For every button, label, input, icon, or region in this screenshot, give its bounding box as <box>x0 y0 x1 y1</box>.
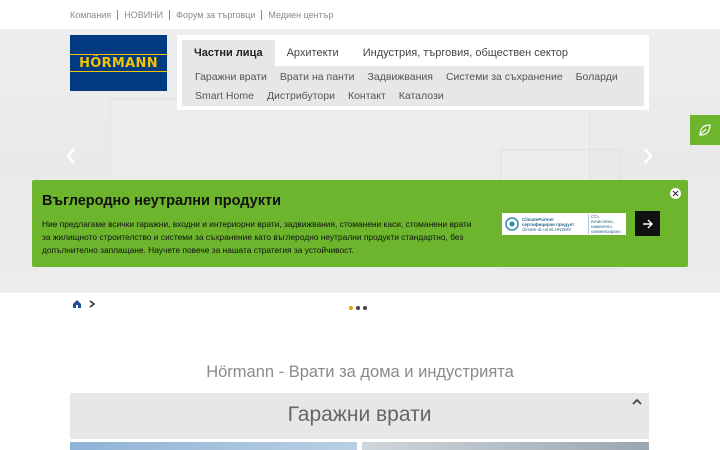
top-links: Компания НОВИНИ Форум за търговци Медиен… <box>70 10 333 20</box>
chevron-right-icon <box>89 300 96 308</box>
arrow-right-icon <box>642 219 653 228</box>
brand-logo[interactable]: HÖRMANN <box>70 35 167 91</box>
carousel-dot[interactable] <box>356 306 360 310</box>
divider <box>169 10 171 20</box>
divider <box>117 10 119 20</box>
banner-close-button[interactable] <box>670 188 681 199</box>
carousel-indicators <box>349 306 370 310</box>
carousel-dot[interactable] <box>349 306 353 310</box>
logo-band: HÖRMANN <box>70 54 167 72</box>
nav-item-contact[interactable]: Контакт <box>348 88 386 107</box>
main-navigation: Частни лица Архитекти Индустрия, търгови… <box>177 35 649 110</box>
banner-text: Ние предлагаме всички гаражни, входни и … <box>42 219 472 255</box>
product-image[interactable] <box>70 442 357 450</box>
tab-architects[interactable]: Архитекти <box>275 40 351 66</box>
nav-item-distributors[interactable]: Дистрибутори <box>267 88 335 107</box>
carousel-prev-icon[interactable] <box>63 146 79 166</box>
category-accordion-header[interactable]: Гаражни врати <box>70 393 649 439</box>
nav-item-operators[interactable]: Задвижвания <box>368 69 433 88</box>
banner-go-button[interactable] <box>635 211 660 236</box>
nav-item-catalogues[interactable]: Каталози <box>399 88 444 107</box>
sub-navigation: Гаражни врати Врати на панти Задвижвания… <box>182 66 644 106</box>
badge-id: climate-id.com/LHNSMS <box>522 226 572 232</box>
leaf-icon <box>699 124 711 136</box>
logo-text: HÖRMANN <box>79 55 158 71</box>
climate-partner-badge: ClimatePartner сертифициран продукт clim… <box>502 213 626 235</box>
home-icon[interactable] <box>72 299 82 309</box>
banner-title: Въглеродно неутрални продукти <box>42 193 281 209</box>
audience-tabs: Частни лица Архитекти Индустрия, търгови… <box>182 40 580 66</box>
nav-item-garage-doors[interactable]: Гаражни врати <box>195 69 267 88</box>
chevron-up-icon[interactable] <box>631 396 643 408</box>
sustainability-side-tab[interactable] <box>690 115 720 145</box>
top-link-company[interactable]: Компания <box>70 10 111 20</box>
tab-industry[interactable]: Индустрия, търговия, обществен сектор <box>351 40 580 66</box>
badge-co2: CO₂ изчислено, намалено, компенсирано <box>588 214 622 234</box>
top-link-media-center[interactable]: Медиен център <box>268 10 333 20</box>
tab-private-customers[interactable]: Частни лица <box>182 40 275 66</box>
badge-text: ClimatePartner сертифициран продукт clim… <box>522 217 588 232</box>
nav-item-hinged-doors[interactable]: Врати на панти <box>280 69 355 88</box>
breadcrumb <box>72 299 97 309</box>
carousel-next-icon[interactable] <box>640 146 656 166</box>
close-icon <box>672 190 679 197</box>
divider <box>261 10 263 20</box>
top-link-dealer-forum[interactable]: Форум за търговци <box>176 10 255 20</box>
climate-partner-logo-icon <box>505 217 519 231</box>
nav-item-smart-home[interactable]: Smart Home <box>195 88 254 107</box>
category-title: Гаражни врати <box>287 403 432 426</box>
badge-title: ClimatePartner сертифициран продукт <box>522 216 575 227</box>
product-image[interactable] <box>362 442 649 450</box>
nav-item-bollards[interactable]: Боларди <box>576 69 618 88</box>
top-link-news[interactable]: НОВИНИ <box>124 10 163 20</box>
carousel-dot[interactable] <box>363 306 367 310</box>
top-utility-bar: Компания НОВИНИ Форум за търговци Медиен… <box>0 0 720 29</box>
section-heading: Hörmann - Врати за дома и индустрията <box>206 363 514 381</box>
nav-item-storage-systems[interactable]: Системи за съхранение <box>446 69 563 88</box>
carbon-neutral-banner: Въглеродно неутрални продукти Ние предла… <box>32 180 688 267</box>
